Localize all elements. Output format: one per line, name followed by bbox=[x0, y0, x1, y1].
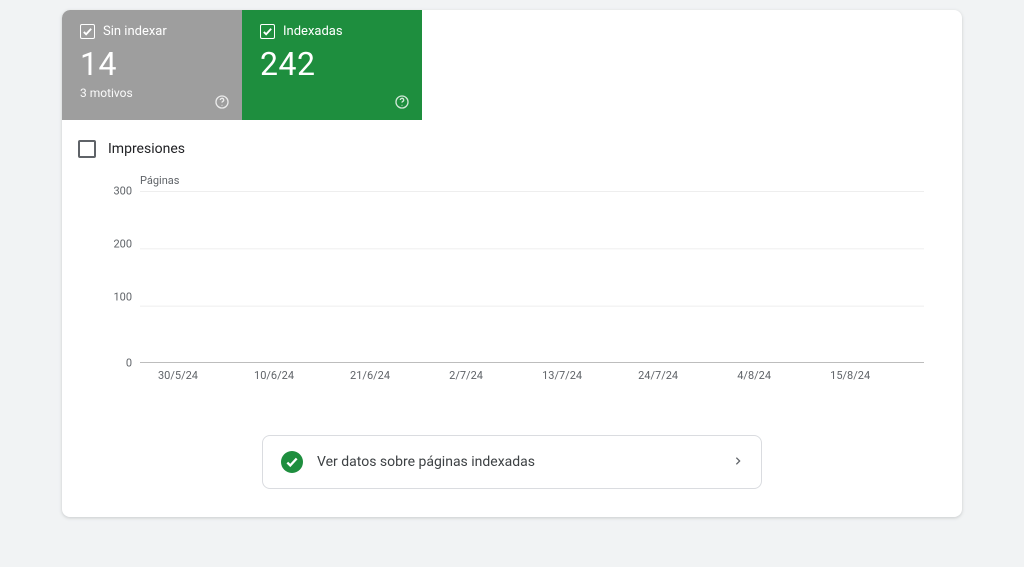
checkbox-checked-icon bbox=[80, 24, 95, 39]
impressions-checkbox[interactable] bbox=[78, 140, 96, 158]
y-tick: 300 bbox=[84, 185, 132, 198]
tab-value: 242 bbox=[260, 45, 404, 83]
tab-value: 14 bbox=[80, 45, 224, 83]
x-tick: 4/8/24 bbox=[737, 369, 771, 382]
chart-x-axis: 30/5/24 10/6/24 21/6/24 2/7/24 13/7/24 24/7/2… bbox=[140, 369, 924, 385]
x-tick: 24/7/24 bbox=[638, 369, 678, 382]
tab-sin-indexar[interactable]: Sin indexar 14 3 motivos bbox=[62, 10, 242, 120]
x-tick: 2/7/24 bbox=[449, 369, 483, 382]
y-tick: 200 bbox=[84, 238, 132, 251]
check-circle-icon bbox=[281, 451, 303, 473]
x-tick: 21/6/24 bbox=[350, 369, 390, 382]
chevron-right-icon bbox=[733, 453, 743, 472]
index-coverage-card: Sin indexar 14 3 motivos Indexadas 242 I… bbox=[62, 10, 962, 517]
x-tick: 15/8/24 bbox=[830, 369, 870, 382]
action-label: Ver datos sobre páginas indexadas bbox=[317, 454, 719, 470]
y-tick: 0 bbox=[84, 357, 132, 370]
chart-y-axis: 300 200 100 0 bbox=[84, 191, 132, 363]
chart-y-axis-title: Páginas bbox=[140, 174, 924, 187]
view-indexed-pages-button[interactable]: Ver datos sobre páginas indexadas bbox=[262, 435, 762, 489]
status-tabs: Sin indexar 14 3 motivos Indexadas 242 bbox=[62, 10, 962, 120]
y-tick: 100 bbox=[84, 291, 132, 304]
help-icon[interactable] bbox=[214, 94, 230, 110]
checkbox-checked-icon bbox=[260, 24, 275, 39]
chart-plot-area bbox=[140, 191, 924, 363]
impressions-label: Impresiones bbox=[108, 141, 185, 157]
pages-chart: Páginas 300 200 100 0 30/5/24 10/6/24 21/6… bbox=[62, 164, 962, 405]
tab-indexadas[interactable]: Indexadas 242 bbox=[242, 10, 422, 120]
tab-label: Sin indexar bbox=[103, 24, 167, 39]
x-tick: 13/7/24 bbox=[542, 369, 582, 382]
impressions-toggle-row: Impresiones bbox=[62, 120, 962, 164]
help-icon[interactable] bbox=[394, 94, 410, 110]
x-tick: 10/6/24 bbox=[254, 369, 294, 382]
tab-subtitle: 3 motivos bbox=[80, 86, 224, 100]
x-tick: 30/5/24 bbox=[158, 369, 198, 382]
tab-label: Indexadas bbox=[283, 24, 343, 39]
